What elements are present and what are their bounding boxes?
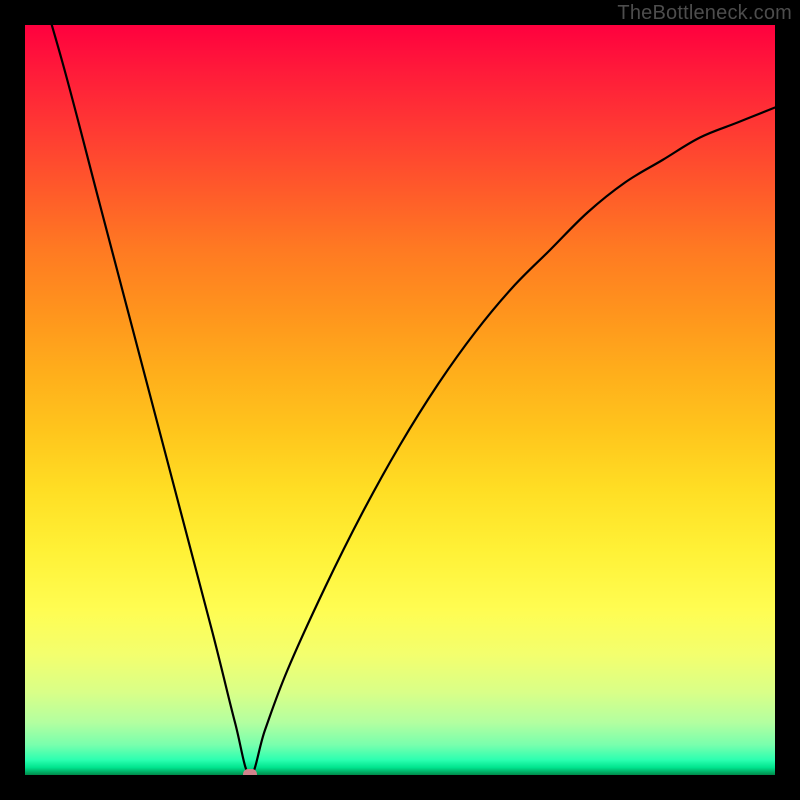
plot-area [25,25,775,775]
bottleneck-curve [25,25,775,775]
watermark-text: TheBottleneck.com [617,2,792,25]
curve-line [25,25,775,775]
chart-container: TheBottleneck.com [0,0,800,800]
minimum-marker [243,769,257,775]
